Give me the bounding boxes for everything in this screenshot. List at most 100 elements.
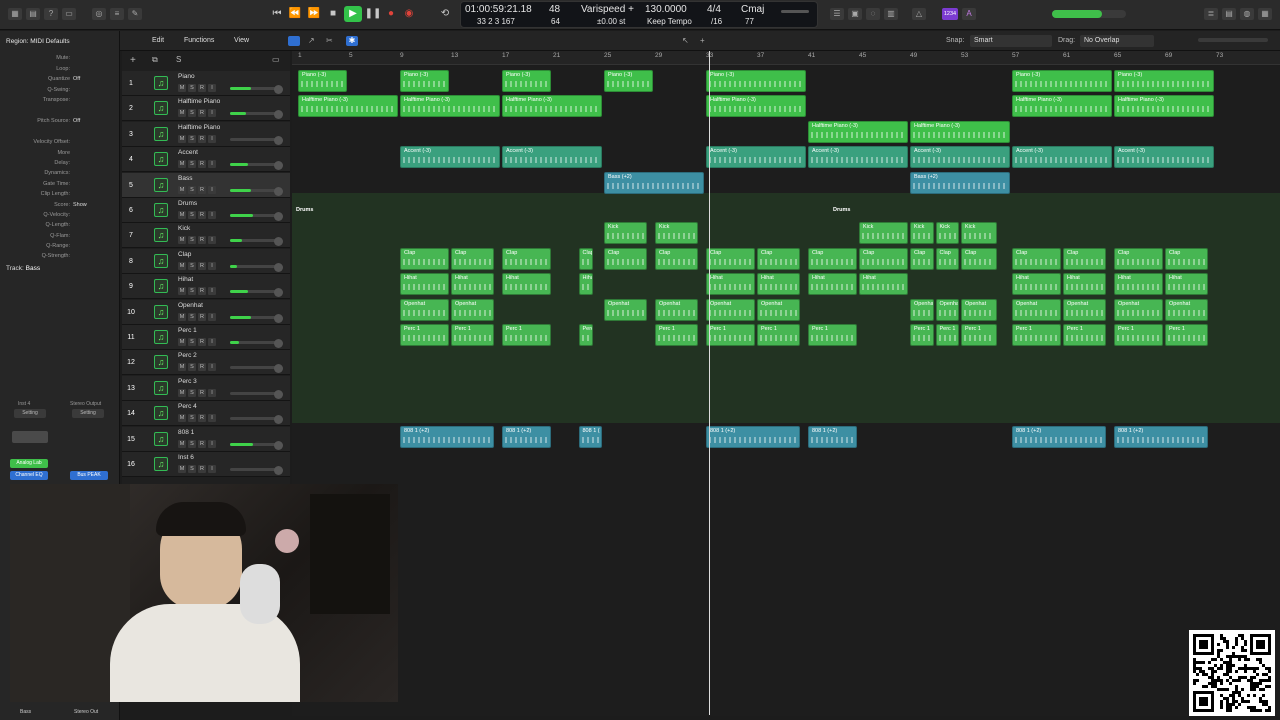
region[interactable]: Clap <box>400 247 449 270</box>
track-volume-fader[interactable] <box>230 468 276 471</box>
region[interactable]: Openhat <box>757 298 800 321</box>
track-header[interactable]: 5 ♫ Bass M S R I <box>122 172 290 198</box>
region[interactable]: Perc 1 <box>910 324 934 346</box>
track-pan-knob[interactable] <box>274 288 283 298</box>
region[interactable]: Hihat <box>578 273 594 296</box>
track-header[interactable]: 9 ♫ Hihat M S R I <box>122 274 290 300</box>
track-volume-fader[interactable] <box>230 87 276 90</box>
track-pan-knob[interactable] <box>274 262 283 272</box>
track-mute-button[interactable]: M <box>178 134 186 143</box>
inspector-row[interactable]: Transpose: <box>43 97 109 103</box>
edit-menu[interactable]: Edit <box>152 37 164 44</box>
region[interactable]: Clap <box>961 247 998 270</box>
global-solo-icon[interactable]: S <box>176 55 181 64</box>
region[interactable]: Halftime Piano (-3) <box>1012 95 1112 118</box>
key-signature[interactable]: Cmaj <box>741 4 764 15</box>
bus-plugin-slot[interactable]: Bus PEAK <box>70 471 108 480</box>
track-mute-button[interactable]: M <box>178 236 186 245</box>
track-name[interactable]: Halftime Piano <box>178 98 220 105</box>
list-icon[interactable]: ≣ <box>1204 8 1218 20</box>
bar-ruler[interactable]: 15913172125293337414549535761656973 <box>292 51 1280 65</box>
playhead[interactable] <box>709 51 710 715</box>
track-solo-button[interactable]: S <box>188 388 196 397</box>
region[interactable]: Kick <box>935 222 959 245</box>
region[interactable]: Perc 1 <box>935 324 959 346</box>
track-mute-button[interactable]: M <box>178 160 186 169</box>
track-name[interactable]: Drums <box>178 200 197 207</box>
track-input-button[interactable]: I <box>208 338 216 346</box>
track-name[interactable]: Perc 2 <box>178 352 197 359</box>
toolbar-icon[interactable]: ▭ <box>62 8 76 20</box>
duplicate-track-icon[interactable]: ⧉ <box>152 55 158 65</box>
region[interactable]: Accent (-3) <box>1114 146 1214 169</box>
track-record-button[interactable]: R <box>198 338 206 346</box>
region[interactable]: Halftime Piano (-3) <box>502 95 602 118</box>
track-pan-knob[interactable] <box>274 161 283 171</box>
track-input-button[interactable]: I <box>208 312 216 321</box>
region[interactable]: Clap <box>502 247 551 270</box>
track-pan-knob[interactable] <box>274 110 283 120</box>
region[interactable]: Bass (+2) <box>604 171 704 194</box>
region[interactable]: Hihat <box>757 273 800 296</box>
track-record-button[interactable]: R <box>198 261 206 270</box>
pointer-icon[interactable]: ↖ <box>682 36 689 45</box>
track-input-button[interactable]: I <box>208 363 216 372</box>
inspector-row[interactable]: Quantize Off <box>48 76 109 82</box>
region[interactable]: Hihat <box>1165 273 1208 296</box>
region-inspector-title[interactable]: Region: MIDI Defaults <box>6 38 70 45</box>
capture-record-icon[interactable]: ◉ <box>400 6 418 22</box>
instrument-plugin-slot[interactable]: Analog Lab <box>10 459 48 468</box>
region[interactable]: Halftime Piano (-3) <box>298 95 398 118</box>
track-header[interactable]: 14 ♫ Perc 4 MSRI <box>122 401 290 427</box>
track-volume-fader[interactable] <box>230 341 276 344</box>
track-volume-fader[interactable] <box>230 290 276 294</box>
track-pan-knob[interactable] <box>274 212 283 221</box>
go-to-start-icon[interactable]: ⏮ <box>268 6 286 22</box>
smart-controls-icon[interactable]: ◎ <box>92 8 106 20</box>
region[interactable]: 808 1 (+2) <box>1114 425 1208 448</box>
browser-icon[interactable]: ▥ <box>884 8 898 20</box>
region[interactable]: Halftime Piano (-3) <box>706 95 806 118</box>
region[interactable]: Perc 1 <box>1012 324 1061 346</box>
track-header[interactable]: 1 ♫ Piano M S R I <box>122 71 290 96</box>
track-volume-fader[interactable] <box>230 214 276 217</box>
track-mute-button[interactable]: M <box>178 439 186 448</box>
region[interactable]: 808 1 (+2) <box>502 425 551 448</box>
track-volume-fader[interactable] <box>230 137 276 141</box>
region[interactable]: Kick <box>961 222 998 245</box>
track-mute-button[interactable]: M <box>178 211 186 219</box>
track-record-button[interactable]: R <box>198 287 206 296</box>
stop-icon[interactable]: ■ <box>324 6 342 22</box>
tempo-value[interactable]: 130.0000 <box>645 4 687 15</box>
zoom-slider[interactable] <box>1198 38 1268 42</box>
region[interactable]: Clap <box>859 247 908 270</box>
track-mute-button[interactable]: M <box>178 109 186 118</box>
track-record-button[interactable]: R <box>198 109 206 118</box>
track-name[interactable]: Bass <box>178 175 192 182</box>
track-header[interactable]: 3 ♫ Halftime Piano M S R I <box>122 121 290 147</box>
region[interactable]: Openhat <box>1063 298 1106 321</box>
time-signature[interactable]: 4/4 <box>707 4 721 15</box>
region[interactable]: Perc 1 <box>808 324 857 346</box>
region[interactable]: Clap <box>1063 247 1106 270</box>
drag-select[interactable]: No Overlap <box>1080 35 1154 47</box>
region[interactable]: Openhat <box>706 298 755 321</box>
track-mute-button[interactable]: M <box>178 312 186 321</box>
region[interactable]: Hihat <box>451 273 494 296</box>
snap-select[interactable]: Smart <box>970 35 1052 47</box>
track-record-button[interactable]: R <box>198 236 206 245</box>
track-mute-button[interactable]: M <box>178 185 186 194</box>
track-solo-button[interactable]: S <box>188 261 196 270</box>
region[interactable]: Clap <box>757 247 800 270</box>
inspector-row[interactable]: Velocity Offset: <box>33 139 109 145</box>
track-solo-button[interactable]: S <box>188 465 196 473</box>
track-header[interactable]: 2 ♫ Halftime Piano M S R I <box>122 96 290 122</box>
inspector-row[interactable]: Q-Length: <box>46 222 109 228</box>
region[interactable]: 808 1 (+2) <box>706 425 800 448</box>
region[interactable]: Perc 1 <box>1114 324 1163 346</box>
track-pan-knob[interactable] <box>274 237 283 247</box>
region[interactable]: Kick <box>910 222 934 245</box>
region[interactable]: 808 1 (+2) <box>400 425 494 448</box>
region[interactable]: Accent (-3) <box>502 146 602 169</box>
track-name[interactable]: Inst 6 <box>178 454 194 461</box>
